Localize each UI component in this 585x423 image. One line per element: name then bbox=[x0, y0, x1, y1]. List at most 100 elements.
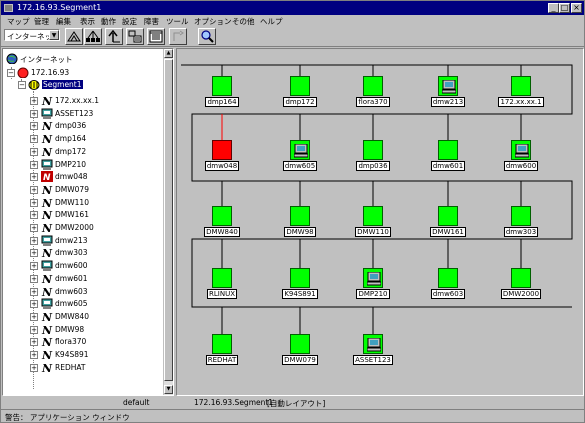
expand-icon[interactable]: + bbox=[30, 211, 38, 220]
chevron-down-icon[interactable]: ▼ bbox=[49, 30, 59, 40]
network-button[interactable] bbox=[84, 28, 102, 45]
expand-icon[interactable]: + bbox=[30, 147, 38, 156]
map-node[interactable]: dmw213 bbox=[430, 76, 466, 116]
map-node[interactable]: DMW2000 bbox=[500, 268, 542, 308]
tree-pane[interactable]: インターネット − 172.16.93 − Segment1 + N 172.xx.… bbox=[2, 48, 174, 396]
expand-icon[interactable]: + bbox=[30, 135, 38, 144]
menu-other[interactable]: その他 bbox=[232, 16, 255, 27]
disabled-tool-button[interactable] bbox=[169, 28, 187, 45]
node-status-box[interactable] bbox=[511, 76, 531, 96]
map-pane[interactable]: dmp164 dmp172 flora370 dmw213 172.xx.xx.1 dmw… bbox=[176, 48, 584, 396]
collapse-icon[interactable]: − bbox=[7, 69, 15, 77]
computer-node-icon[interactable] bbox=[290, 140, 310, 160]
menu-manage[interactable]: 管理 bbox=[34, 16, 49, 27]
submap-button[interactable] bbox=[126, 28, 144, 45]
map-node[interactable]: dmw303 bbox=[503, 206, 539, 246]
node-status-box[interactable] bbox=[438, 140, 458, 160]
expand-icon[interactable]: + bbox=[30, 122, 38, 131]
expand-icon[interactable]: + bbox=[30, 325, 38, 334]
map-node[interactable]: dmw605 bbox=[282, 140, 318, 180]
expand-icon[interactable]: + bbox=[30, 351, 38, 359]
expand-icon[interactable]: + bbox=[30, 97, 38, 105]
map-node[interactable]: 172.xx.xx.1 bbox=[498, 76, 544, 116]
node-status-box[interactable] bbox=[511, 206, 531, 226]
map-node[interactable]: RLINUX bbox=[207, 268, 237, 308]
expand-icon[interactable]: + bbox=[30, 236, 38, 245]
expand-icon[interactable]: + bbox=[30, 287, 38, 296]
map-node[interactable]: DMW840 bbox=[204, 206, 240, 246]
menu-options[interactable]: オプション bbox=[194, 16, 232, 27]
menu-tools[interactable]: ツール bbox=[166, 16, 189, 27]
up-level-button[interactable] bbox=[105, 28, 123, 45]
expand-icon[interactable]: + bbox=[30, 262, 38, 271]
node-status-box[interactable] bbox=[212, 206, 232, 226]
expand-icon[interactable]: + bbox=[30, 160, 38, 169]
map-node[interactable]: DMW079 bbox=[282, 334, 318, 374]
computer-node-icon[interactable] bbox=[438, 76, 458, 96]
minimize-button[interactable]: _ bbox=[548, 3, 559, 13]
map-node[interactable]: dmw048 bbox=[204, 140, 240, 180]
home-button[interactable] bbox=[65, 28, 83, 45]
tree-scrollbar[interactable]: ▲ ▼ bbox=[163, 49, 173, 395]
map-node[interactable]: DMW110 bbox=[355, 206, 391, 246]
map-node[interactable]: DMW98 bbox=[284, 206, 316, 246]
node-status-box[interactable] bbox=[212, 76, 232, 96]
computer-node-icon[interactable] bbox=[363, 334, 383, 354]
expand-icon[interactable]: + bbox=[30, 312, 38, 321]
expand-icon[interactable]: + bbox=[30, 224, 38, 232]
zoom-button[interactable] bbox=[198, 28, 216, 45]
view-select[interactable]: インターネット ▼ bbox=[4, 29, 60, 41]
map-node[interactable]: dmw601 bbox=[430, 140, 466, 180]
map-node[interactable]: DMW161 bbox=[430, 206, 466, 246]
node-status-box[interactable] bbox=[290, 206, 310, 226]
expand-icon[interactable]: + bbox=[30, 198, 38, 207]
map-node[interactable]: K94S891 bbox=[282, 268, 318, 308]
node-status-box[interactable] bbox=[212, 334, 232, 354]
node-status-box[interactable] bbox=[212, 140, 232, 160]
map-node[interactable]: DMP210 bbox=[356, 268, 390, 308]
expand-icon[interactable]: + bbox=[30, 274, 38, 283]
expand-icon[interactable]: + bbox=[30, 173, 38, 182]
node-status-box[interactable] bbox=[290, 334, 310, 354]
expand-icon[interactable]: + bbox=[30, 363, 38, 372]
menu-fault[interactable]: 障害 bbox=[144, 16, 159, 27]
node-status-box[interactable] bbox=[511, 268, 531, 288]
expand-icon[interactable]: + bbox=[30, 185, 38, 194]
menu-help[interactable]: ヘルプ bbox=[260, 16, 283, 27]
maximize-button[interactable]: □ bbox=[559, 3, 570, 13]
node-status-box[interactable] bbox=[363, 140, 383, 160]
expand-icon[interactable]: + bbox=[30, 300, 38, 309]
map-node[interactable]: dmw600 bbox=[503, 140, 539, 180]
expand-icon[interactable]: + bbox=[30, 249, 38, 258]
map-node[interactable]: dmw603 bbox=[430, 268, 466, 308]
menu-settings[interactable]: 設定 bbox=[122, 16, 137, 27]
map-node[interactable]: ASSET123 bbox=[353, 334, 393, 374]
menu-action[interactable]: 動作 bbox=[101, 16, 116, 27]
expand-icon[interactable]: + bbox=[30, 109, 38, 118]
node-status-box[interactable] bbox=[212, 268, 232, 288]
scroll-thumb[interactable] bbox=[164, 59, 173, 381]
node-status-box[interactable] bbox=[438, 268, 458, 288]
close-button[interactable]: × bbox=[571, 3, 582, 13]
computer-node-icon[interactable] bbox=[363, 268, 383, 288]
computer-node-icon[interactable] bbox=[511, 140, 531, 160]
app-icon[interactable] bbox=[4, 4, 13, 12]
node-status-box[interactable] bbox=[363, 76, 383, 96]
map-node[interactable]: dmp164 bbox=[205, 76, 239, 116]
window-button[interactable] bbox=[147, 28, 165, 45]
scroll-up-icon[interactable]: ▲ bbox=[164, 49, 173, 58]
node-status-box[interactable] bbox=[290, 76, 310, 96]
menu-map[interactable]: マップ bbox=[7, 16, 30, 27]
scroll-down-icon[interactable]: ▼ bbox=[164, 385, 173, 394]
collapse-icon[interactable]: − bbox=[18, 81, 26, 89]
node-status-box[interactable] bbox=[290, 268, 310, 288]
map-node[interactable]: flora370 bbox=[356, 76, 390, 116]
menu-edit[interactable]: 編集 bbox=[56, 16, 71, 27]
node-status-box[interactable] bbox=[438, 206, 458, 226]
node-status-box[interactable] bbox=[363, 206, 383, 226]
title-bar[interactable]: 172.16.93.Segment1 _ □ × bbox=[1, 1, 584, 15]
map-node[interactable]: dmp172 bbox=[283, 76, 317, 116]
menu-view[interactable]: 表示 bbox=[80, 16, 95, 27]
expand-icon[interactable]: + bbox=[30, 338, 38, 347]
map-node[interactable]: dmp036 bbox=[356, 140, 390, 180]
